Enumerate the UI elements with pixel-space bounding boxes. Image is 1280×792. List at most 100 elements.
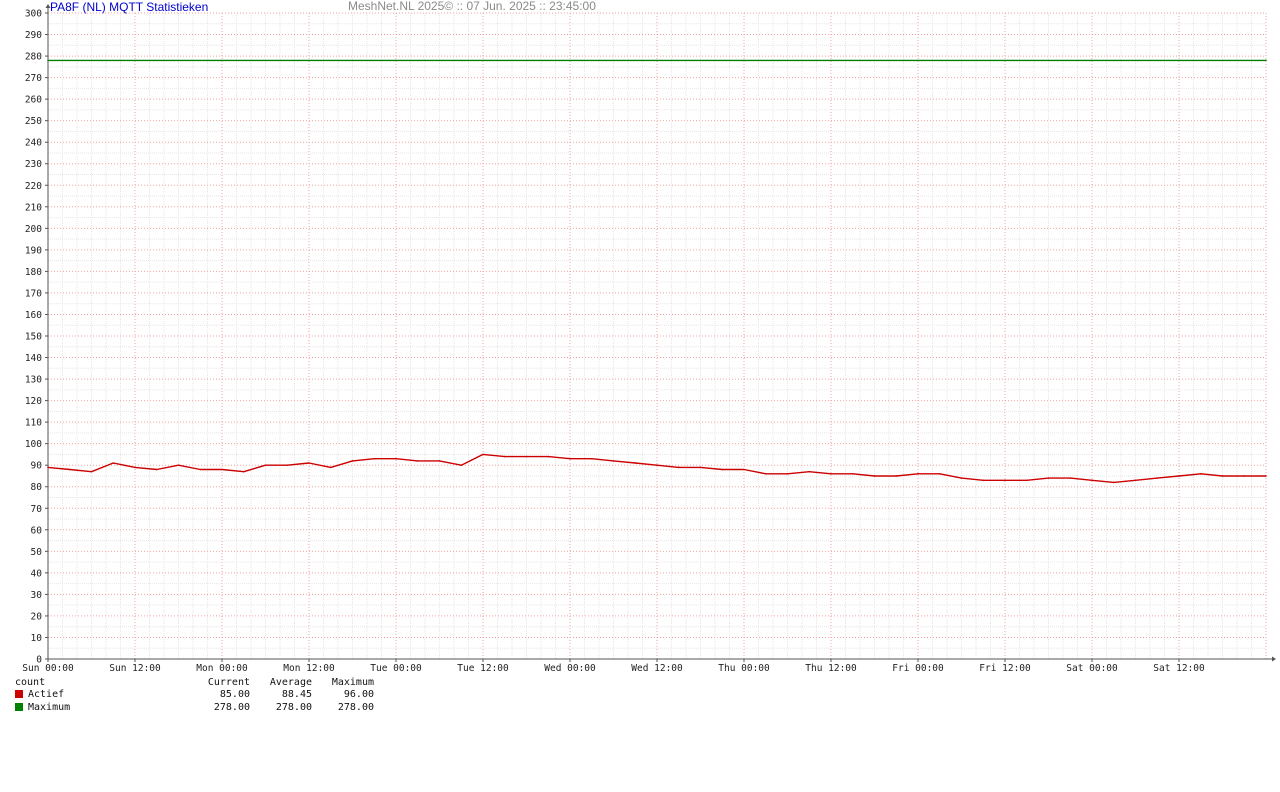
x-tick-label: Sat 12:00 (1153, 663, 1205, 674)
data-point (612, 460, 615, 462)
data-point (308, 462, 310, 464)
axis-layer (45, 4, 1276, 662)
data-point (786, 473, 789, 475)
data-point (503, 455, 506, 458)
y-tick-label: 110 (25, 418, 42, 429)
y-tick-label: 300 (25, 9, 42, 20)
data-point (851, 473, 854, 475)
y-tick-label: 250 (25, 116, 42, 127)
legend-item-label: Actief (28, 689, 65, 700)
y-tick-label: 60 (31, 525, 43, 536)
legend-item-actief: Actief 85.00 88.45 96.00 (15, 688, 374, 701)
legend-item-maximum: Maximum 278.00 278.00 278.00 (15, 701, 374, 714)
legend-value-current: 85.00 (219, 689, 250, 700)
chart-root: 0 10 20 30 40 50 60 70 80 90 100 110 120 130 140 150 160… (0, 0, 1280, 720)
grid-layer (47, 12, 1267, 660)
x-tick-label: Fri 12:00 (979, 663, 1031, 674)
x-tick-label: Tue 00:00 (370, 663, 422, 674)
x-tick-label: Tue 12:00 (457, 663, 509, 674)
y-tick-label: 200 (25, 224, 42, 235)
data-point (808, 470, 811, 473)
y-tick-label: 140 (25, 353, 42, 364)
data-point (199, 468, 202, 471)
y-tick-label: 220 (25, 181, 42, 192)
data-point (329, 466, 332, 469)
y-tick-label: 260 (25, 95, 42, 106)
data-point (764, 473, 767, 475)
data-point (68, 468, 71, 471)
data-point (960, 477, 963, 479)
data-point (1047, 477, 1050, 479)
data-point (90, 470, 93, 473)
x-tick-label: Thu 00:00 (718, 663, 770, 674)
data-point (634, 462, 637, 464)
x-tick-label: Mon 00:00 (196, 663, 248, 674)
data-point (547, 455, 550, 458)
y-tick-label: 40 (31, 568, 43, 579)
data-point (460, 464, 463, 467)
data-point (134, 466, 136, 469)
data-point (1221, 475, 1224, 477)
data-point (1178, 475, 1180, 477)
data-point (264, 464, 267, 467)
data-point (721, 468, 724, 471)
legend-value-maximum: 278.00 (337, 702, 374, 713)
legend-value-maximum: 96.00 (343, 689, 374, 700)
y-tick-label: 70 (31, 504, 43, 515)
data-point (438, 460, 441, 462)
data-point (416, 460, 419, 462)
data-point (1069, 477, 1072, 479)
data-point (917, 473, 919, 475)
data-point (677, 466, 680, 469)
data-point (1025, 479, 1028, 482)
legend-swatch-maximum (15, 703, 23, 711)
x-tick-label: Sat 00:00 (1066, 663, 1118, 674)
data-point (699, 466, 702, 469)
data-point (1265, 59, 1267, 62)
chart-subtitle: MeshNet.NL 2025© :: 07 Jun. 2025 :: 23:4… (348, 0, 596, 13)
x-tick-label: Fri 00:00 (892, 663, 944, 674)
y-tick-label: 20 (31, 611, 43, 622)
y-tick-label: 150 (25, 332, 42, 343)
y-tick-label: 170 (25, 288, 42, 299)
data-point (982, 479, 985, 482)
legend-value-current: 278.00 (213, 702, 250, 713)
data-point (112, 462, 115, 464)
data-point (656, 464, 658, 467)
y-tick-label: 160 (25, 310, 42, 321)
y-tick-label: 210 (25, 202, 42, 213)
data-point (1091, 479, 1093, 482)
data-point (373, 457, 376, 460)
x-tick-label: Sun 12:00 (109, 663, 161, 674)
data-point (938, 473, 941, 475)
data-point (351, 460, 354, 462)
data-point (1199, 473, 1202, 475)
data-point (895, 475, 898, 477)
y-tick-label: 290 (25, 30, 42, 41)
legend-swatch-actief (15, 690, 23, 698)
data-point (177, 464, 180, 467)
data-point (590, 457, 593, 460)
x-tick-label: Mon 12:00 (283, 663, 335, 674)
data-point (1004, 479, 1006, 482)
data-point (47, 59, 49, 62)
legend-item-label: Maximum (28, 702, 71, 713)
data-point (1134, 479, 1137, 482)
data-point (286, 464, 289, 467)
y-tick-label: 30 (31, 590, 43, 601)
data-point (221, 468, 223, 471)
x-tick-label: Wed 12:00 (631, 663, 683, 674)
x-tick-label: Sun 00:00 (22, 663, 74, 674)
data-point (242, 470, 245, 473)
x-axis-arrow (1272, 656, 1276, 662)
data-point (1156, 477, 1159, 479)
data-point (482, 453, 484, 456)
y-tick-label: 100 (25, 439, 42, 450)
y-tick-label: 270 (25, 73, 42, 84)
y-tick-label: 240 (25, 138, 42, 149)
data-point (743, 468, 745, 471)
y-tick-label: 80 (31, 482, 43, 493)
y-tick-label: 130 (25, 375, 42, 386)
chart-title: PA8F (NL) MQTT Statistieken (50, 0, 209, 14)
y-tick-label: 190 (25, 245, 42, 256)
